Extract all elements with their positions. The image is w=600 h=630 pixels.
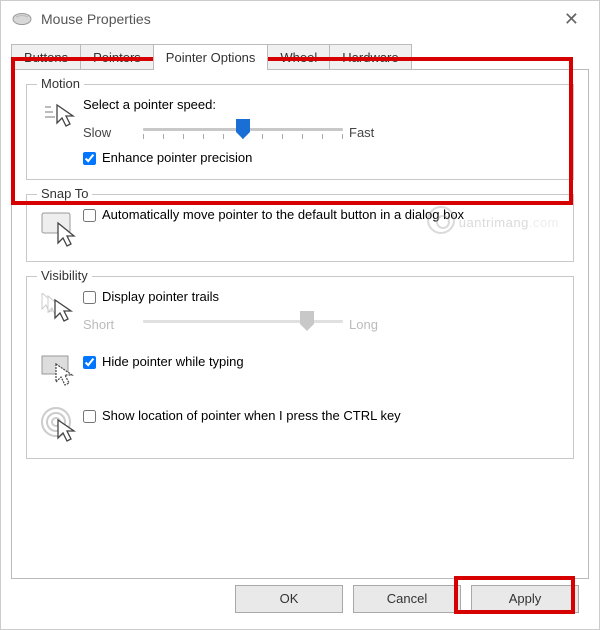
tab-pointer-options[interactable]: Pointer Options (153, 44, 269, 70)
ctrl-locate-label: Show location of pointer when I press th… (102, 408, 401, 423)
pointer-speed-icon (37, 97, 83, 131)
enhance-precision-label: Enhance pointer precision (102, 150, 252, 165)
ctrl-locate-checkbox[interactable]: Show location of pointer when I press th… (83, 408, 563, 423)
window-title: Mouse Properties (41, 11, 554, 27)
short-label: Short (83, 317, 137, 332)
tabstrip: Buttons Pointers Pointer Options Wheel H… (1, 43, 599, 69)
close-icon[interactable]: ✕ (554, 5, 589, 34)
slow-label: Slow (83, 125, 137, 140)
mouse-properties-window: Mouse Properties ✕ Buttons Pointers Poin… (0, 0, 600, 630)
titlebar: Mouse Properties ✕ (1, 1, 599, 37)
hide-typing-label: Hide pointer while typing (102, 354, 244, 369)
pointer-speed-slider[interactable] (143, 120, 343, 144)
fast-label: Fast (349, 125, 403, 140)
snapto-legend: Snap To (37, 186, 92, 201)
ok-button[interactable]: OK (235, 585, 343, 613)
motion-legend: Motion (37, 76, 84, 91)
visibility-legend: Visibility (37, 268, 92, 283)
cancel-button[interactable]: Cancel (353, 585, 461, 613)
pointer-trails-icon (37, 289, 83, 327)
visibility-group: Visibility Display pointer trails (26, 276, 574, 459)
snapto-group: Snap To Automatically move pointer to th… (26, 194, 574, 262)
dialog-button-bar: OK Cancel Apply (235, 585, 579, 613)
motion-group: Motion Select a pointer speed: Slow (26, 84, 574, 180)
hide-typing-checkbox[interactable]: Hide pointer while typing (83, 354, 563, 369)
apply-button[interactable]: Apply (471, 585, 579, 613)
hide-typing-icon (37, 350, 83, 388)
tab-pointers[interactable]: Pointers (80, 44, 154, 70)
tab-hardware[interactable]: Hardware (329, 44, 411, 70)
enhance-precision-checkbox[interactable]: Enhance pointer precision (83, 150, 563, 165)
ctrl-locate-icon (37, 402, 83, 444)
tab-buttons[interactable]: Buttons (11, 44, 81, 70)
snapto-icon (37, 207, 83, 247)
long-label: Long (349, 317, 403, 332)
snapto-label: Automatically move pointer to the defaul… (102, 207, 464, 222)
tab-panel: Motion Select a pointer speed: Slow (11, 69, 589, 579)
mouse-icon (11, 12, 33, 26)
select-speed-label: Select a pointer speed: (83, 97, 563, 112)
trails-checkbox[interactable]: Display pointer trails (83, 289, 563, 304)
tab-wheel[interactable]: Wheel (267, 44, 330, 70)
trails-label: Display pointer trails (102, 289, 219, 304)
pointer-trails-slider (143, 312, 343, 336)
snapto-checkbox[interactable]: Automatically move pointer to the defaul… (83, 207, 563, 222)
